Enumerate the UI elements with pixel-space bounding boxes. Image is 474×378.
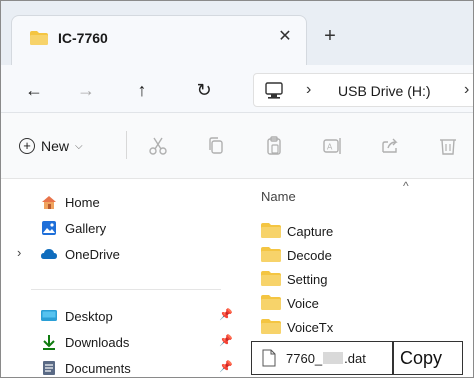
file-icon — [262, 349, 276, 367]
sidebar-item-label: Downloads — [65, 335, 130, 350]
file-name: Setting — [287, 272, 328, 287]
sidebar-item-label: Gallery — [65, 221, 107, 236]
file-name: VoiceTx — [287, 320, 334, 335]
folder-icon — [261, 295, 281, 310]
folder-icon — [261, 271, 281, 286]
breadcrumb-usb-drive[interactable]: USB Drive (H:) — [338, 83, 431, 99]
copy-label: Copy — [400, 348, 443, 368]
pin-icon[interactable]: 📌 — [219, 334, 233, 347]
list-item-folder[interactable]: Voice — [243, 291, 473, 315]
file-name-prefix: 7760_ — [286, 351, 323, 366]
share-icon[interactable] — [379, 135, 401, 157]
chevron-down-icon: ⌵ — [75, 140, 83, 152]
home-icon — [42, 196, 56, 209]
tab-ic-7760[interactable]: IC-7760 ✕ — [11, 15, 307, 65]
pin-icon[interactable]: 📌 — [219, 360, 233, 373]
paste-icon[interactable] — [263, 135, 285, 157]
new-label: New — [41, 138, 70, 154]
sidebar-item-documents[interactable]: Documents 📌 — [1, 355, 243, 377]
file-name: Voice — [287, 296, 319, 311]
computer-icon — [265, 82, 283, 99]
sidebar-item-label: Home — [65, 195, 100, 210]
svg-text:A: A — [327, 143, 333, 152]
navigation-bar: ← → ↑ ↻ › USB Drive (H:) › — [1, 65, 473, 113]
file-name-suffix: .dat — [344, 351, 366, 366]
up-button[interactable]: ↑ — [129, 77, 155, 103]
cloud-icon — [41, 249, 57, 259]
forward-button[interactable]: → — [73, 77, 99, 103]
rename-icon[interactable]: A — [321, 135, 343, 157]
folder-icon — [30, 31, 48, 45]
sidebar-divider — [31, 289, 221, 290]
file-name: Capture — [287, 224, 334, 239]
new-button[interactable]: + New ⌵ — [19, 135, 83, 157]
tab-strip: IC-7760 ✕ + — [1, 1, 473, 65]
folder-icon — [261, 247, 281, 262]
pin-icon[interactable]: 📌 — [219, 308, 233, 321]
cut-icon[interactable] — [147, 135, 169, 157]
sidebar-item-onedrive[interactable]: › OneDrive — [1, 241, 243, 267]
close-tab-button[interactable]: ✕ — [274, 26, 296, 48]
sidebar-item-label: Desktop — [65, 309, 113, 324]
back-button[interactable]: ← — [21, 77, 47, 103]
download-icon — [43, 335, 55, 350]
sidebar-item-label: Documents — [65, 361, 131, 376]
plus-circle-icon: + — [19, 138, 35, 154]
breadcrumb-separator: › — [306, 81, 312, 98]
folder-icon — [261, 319, 281, 334]
list-item-folder[interactable]: Decode — [243, 243, 473, 267]
delete-icon[interactable] — [437, 135, 459, 157]
sort-ascending-icon: ^ — [403, 179, 409, 193]
file-explorer-window: IC-7760 ✕ + ← → ↑ ↻ › USB Drive (H:) › +… — [0, 0, 474, 378]
file-name: 7760_ .dat — [286, 351, 366, 366]
list-item-folder[interactable]: Capture — [243, 219, 473, 243]
navigation-pane: Home Gallery › OneDrive Desktop 📌 Downlo… — [1, 179, 243, 377]
sidebar-item-home[interactable]: Home — [1, 189, 243, 215]
breadcrumb-separator-end[interactable]: › — [464, 81, 469, 99]
documents-icon — [43, 361, 55, 375]
list-item-folder[interactable]: Setting — [243, 267, 473, 291]
command-bar: + New ⌵ A — [1, 113, 473, 179]
sidebar-item-gallery[interactable]: Gallery — [1, 215, 243, 241]
sidebar-item-label: OneDrive — [65, 247, 120, 262]
sidebar-item-desktop[interactable]: Desktop 📌 — [1, 303, 243, 329]
gallery-icon — [42, 221, 56, 235]
copy-annotation: Copy — [393, 341, 463, 375]
new-tab-button[interactable]: + — [319, 25, 341, 47]
redaction-block — [323, 352, 344, 364]
file-name: Decode — [287, 248, 332, 263]
desktop-icon — [41, 310, 57, 321]
copy-icon[interactable] — [205, 135, 227, 157]
folder-icon — [261, 223, 281, 238]
address-bar[interactable]: › USB Drive (H:) › — [253, 73, 473, 107]
sidebar-item-downloads[interactable]: Downloads 📌 — [1, 329, 243, 355]
list-item-folder[interactable]: VoiceTx — [243, 315, 473, 339]
column-header-name[interactable]: Name — [261, 189, 296, 204]
refresh-button[interactable]: ↻ — [191, 77, 217, 103]
list-item-file[interactable]: 7760_ .dat — [251, 341, 393, 375]
tab-title: IC-7760 — [58, 30, 108, 46]
command-divider — [126, 131, 127, 159]
chevron-right-icon[interactable]: › — [17, 245, 21, 260]
